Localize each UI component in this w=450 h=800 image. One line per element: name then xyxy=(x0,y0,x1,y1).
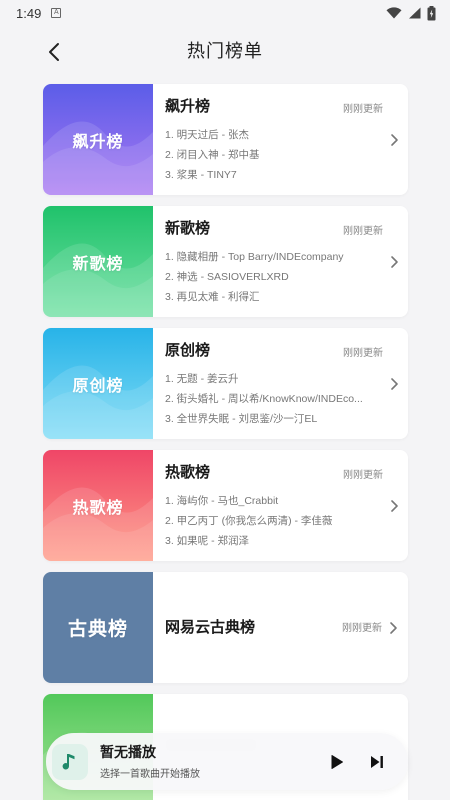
player-subtitle: 选择一首歌曲开始播放 xyxy=(100,769,200,780)
chart-cover-label: 古典榜 xyxy=(67,619,128,640)
status-icons xyxy=(386,5,436,21)
page-title: 热门榜单 xyxy=(187,41,263,61)
chart-track: 2. 闭目入神 - 郑中基 xyxy=(165,149,260,161)
chart-cover: 古典榜 xyxy=(43,572,153,683)
notification-icon: A xyxy=(51,8,62,18)
back-button[interactable] xyxy=(40,38,68,66)
chart-info: 飙升榜 刚刚更新 1. 明天过后 - 张杰 2. 闭目入神 - 郑中基 3. 浆… xyxy=(153,84,408,195)
chart-updated-label: 刚刚更新 xyxy=(343,348,383,359)
chart-track-list: 1. 无题 - 姜云升 2. 街头婚礼 - 周以希/KnowKnow/INDEc… xyxy=(165,369,381,429)
chevron-left-icon xyxy=(49,43,59,61)
chevron-right-icon xyxy=(391,377,398,390)
play-button[interactable] xyxy=(322,747,352,777)
chart-info: 新歌榜 刚刚更新 1. 隐藏相册 - Top Barry/INDEcompany… xyxy=(153,206,408,317)
chart-updated-label: 刚刚更新 xyxy=(342,623,382,634)
chart-cover-label: 热歌榜 xyxy=(72,499,124,517)
chart-updated-label: 刚刚更新 xyxy=(343,104,383,115)
chart-track: 3. 再见太难 - 利得汇 xyxy=(165,291,260,303)
chart-card-hot-songs[interactable]: 热歌榜 热歌榜 刚刚更新 1. 海屿你 - 马也_Crabbit 2. 甲乙丙丁… xyxy=(43,450,408,561)
chart-track: 3. 如果呢 - 郑润泽 xyxy=(165,535,250,547)
chart-track: 1. 明天过后 - 张杰 xyxy=(165,129,250,141)
chart-list: 飙升榜 飙升榜 刚刚更新 1. 明天过后 - 张杰 2. 闭目入神 - 郑中基 … xyxy=(43,84,408,800)
chart-card-classical[interactable]: 古典榜 网易云古典榜 刚刚更新 xyxy=(43,572,408,683)
chart-track: 1. 海屿你 - 马也_Crabbit xyxy=(165,495,279,507)
chart-cover-label: 飙升榜 xyxy=(72,133,124,151)
battery-icon xyxy=(427,5,436,20)
chart-track: 1. 隐藏相册 - Top Barry/INDEcompany xyxy=(165,251,344,263)
chart-updated-label: 刚刚更新 xyxy=(343,470,383,481)
chevron-right-icon xyxy=(391,133,398,146)
chart-card-soaring[interactable]: 飙升榜 飙升榜 刚刚更新 1. 明天过后 - 张杰 2. 闭目入神 - 郑中基 … xyxy=(43,84,408,195)
play-icon xyxy=(331,754,343,769)
chevron-right-icon xyxy=(391,255,398,268)
chart-track: 3. 全世界失眠 - 刘思鉴/沙一汀EL xyxy=(165,413,318,425)
chart-track: 1. 无题 - 姜云升 xyxy=(165,373,239,385)
next-button[interactable] xyxy=(362,747,392,777)
chart-cover-label: 新歌榜 xyxy=(72,255,124,273)
chart-card-new-songs[interactable]: 新歌榜 新歌榜 刚刚更新 1. 隐藏相册 - Top Barry/INDEcom… xyxy=(43,206,408,317)
skip-next-icon xyxy=(371,755,383,768)
player-text: 暂无播放 选择一首歌曲开始播放 xyxy=(100,743,322,780)
chart-info: 原创榜 刚刚更新 1. 无题 - 姜云升 2. 街头婚礼 - 周以希/KnowK… xyxy=(153,328,408,439)
chart-cover: 热歌榜 xyxy=(43,450,153,561)
chart-track: 2. 街头婚礼 - 周以希/KnowKnow/INDEco... xyxy=(165,393,363,405)
chart-card-original[interactable]: 原创榜 原创榜 刚刚更新 1. 无题 - 姜云升 2. 街头婚礼 - 周以希/K… xyxy=(43,328,408,439)
signal-icon xyxy=(409,7,421,19)
chart-track: 2. 神选 - SASIOVERLXRD xyxy=(165,271,289,283)
chart-updated-label: 刚刚更新 xyxy=(343,226,383,237)
music-note-icon xyxy=(62,753,75,769)
chart-track: 3. 浆果 - TINY7 xyxy=(165,169,237,181)
chart-track-list: 1. 隐藏相册 - Top Barry/INDEcompany 2. 神选 - … xyxy=(165,247,381,307)
chart-cover-label: 原创榜 xyxy=(72,377,124,395)
chart-track: 2. 甲乙丙丁 (你我怎么两清) - 李佳薇 xyxy=(165,515,333,527)
chart-track-list: 1. 明天过后 - 张杰 2. 闭目入神 - 郑中基 3. 浆果 - TINY7 xyxy=(165,125,381,185)
chevron-right-icon xyxy=(390,621,397,634)
chart-cover: 原创榜 xyxy=(43,328,153,439)
chart-info: 热歌榜 刚刚更新 1. 海屿你 - 马也_Crabbit 2. 甲乙丙丁 (你我… xyxy=(153,450,408,561)
chart-name: 网易云古典榜 xyxy=(165,618,256,636)
wifi-icon xyxy=(386,7,402,19)
title-bar: 热门榜单 xyxy=(0,26,450,74)
status-time: 1:49 xyxy=(16,5,42,21)
chevron-right-icon xyxy=(391,499,398,512)
chart-cover: 新歌榜 xyxy=(43,206,153,317)
player-title: 暂无播放 xyxy=(100,744,156,760)
status-bar: 1:49 A xyxy=(0,0,450,26)
chart-track-list: 1. 海屿你 - 马也_Crabbit 2. 甲乙丙丁 (你我怎么两清) - 李… xyxy=(165,491,381,551)
chart-info: 网易云古典榜 刚刚更新 xyxy=(153,572,408,683)
chart-cover: 飙升榜 xyxy=(43,84,153,195)
player-cover xyxy=(52,743,88,780)
mini-player[interactable]: 暂无播放 选择一首歌曲开始播放 xyxy=(46,733,408,790)
